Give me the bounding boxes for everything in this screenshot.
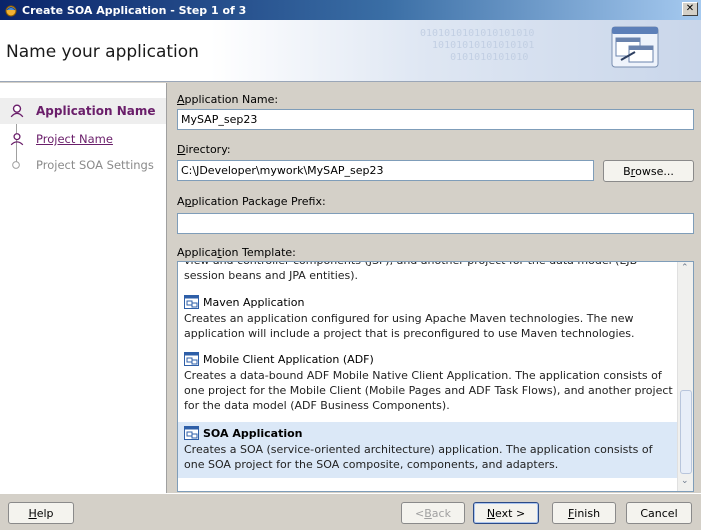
nav-step-label: Project SOA Settings — [36, 158, 154, 172]
step-link-icon — [10, 133, 24, 146]
binary-decoration: 0101010101010101010 10101010101010101 01… — [420, 28, 535, 63]
template-description: Creates a data-bound ADF Mobile Native C… — [184, 369, 673, 412]
application-template-label: Application Template: — [177, 246, 296, 259]
window-title: Create SOA Application - Step 1 of 3 — [22, 3, 247, 17]
template-name: Maven Application — [203, 295, 305, 309]
template-item-soa-application[interactable]: SOA Application Creates a SOA (service-o… — [178, 422, 678, 478]
back-button[interactable]: < Back — [401, 502, 465, 524]
application-template-icon — [184, 352, 199, 366]
template-description: Creates a SOA (service-oriented architec… — [184, 443, 653, 471]
close-window-button[interactable]: ✕ — [682, 2, 698, 16]
template-description: view and controller components (JSF), an… — [184, 262, 637, 282]
nav-step-label: Application Name — [36, 104, 156, 118]
template-item-maven[interactable]: Maven Application Creates an application… — [178, 291, 678, 344]
application-name-value: MySAP_sep23 — [181, 113, 258, 126]
template-item-mobile-client[interactable]: Mobile Client Application (ADF) Creates … — [178, 348, 678, 416]
nav-step-project-name[interactable]: Project Name — [0, 126, 166, 152]
next-button[interactable]: Next > — [473, 502, 539, 524]
pending-step-icon — [12, 161, 20, 169]
template-list-content: view and controller components (JSF), an… — [178, 262, 678, 478]
application-template-icon — [184, 295, 199, 309]
page-title: Name your application — [6, 42, 199, 62]
package-prefix-input[interactable] — [177, 213, 694, 234]
header-banner: Name your application 010101010101010101… — [0, 20, 701, 82]
package-prefix-label: Application Package Prefix: — [177, 195, 326, 208]
template-description: Creates an application configured for us… — [184, 312, 635, 340]
application-name-input[interactable]: MySAP_sep23 — [177, 109, 694, 130]
directory-input[interactable]: C:\JDeveloper\mywork\MySAP_sep23 — [177, 160, 594, 181]
application-name-label: Application Name: — [177, 93, 279, 106]
directory-label: Directory: — [177, 143, 231, 156]
close-icon: ✕ — [685, 3, 695, 14]
finish-button[interactable]: Finish — [552, 502, 616, 524]
current-step-icon — [10, 104, 24, 118]
main-form: Application Name: MySAP_sep23 Directory:… — [168, 83, 701, 493]
browse-button[interactable]: Br owse... — [603, 160, 694, 182]
application-template-icon — [184, 426, 199, 440]
wizard-steps-nav: Application Name Project Name Project SO… — [0, 83, 167, 493]
scroll-up-icon[interactable]: ⌃ — [681, 263, 689, 273]
nav-step-label: Project Name — [36, 132, 113, 146]
scroll-down-icon[interactable]: ⌄ — [681, 476, 689, 486]
window-titlebar: Create SOA Application - Step 1 of 3 ✕ — [0, 0, 701, 20]
template-name: SOA Application — [203, 426, 303, 440]
directory-value: C:\JDeveloper\mywork\MySAP_sep23 — [181, 164, 384, 177]
nav-step-project-soa-settings: Project SOA Settings — [0, 152, 166, 178]
template-list-scrollbar[interactable]: ⌃ ⌄ — [677, 262, 693, 491]
scrollbar-thumb[interactable] — [680, 390, 692, 474]
wizard-window-icon — [611, 26, 659, 68]
soa-app-icon — [5, 5, 17, 17]
cancel-button[interactable]: Cancel — [626, 502, 692, 524]
template-item-partial[interactable]: view and controller components (JSF), an… — [178, 262, 678, 286]
nav-step-application-name[interactable]: Application Name — [0, 98, 166, 124]
help-button[interactable]: Help — [8, 502, 74, 524]
footer-button-bar: Help < Back Next > Finish Cancel — [0, 493, 701, 530]
template-name: Mobile Client Application (ADF) — [203, 352, 374, 366]
application-template-list[interactable]: view and controller components (JSF), an… — [177, 261, 694, 492]
